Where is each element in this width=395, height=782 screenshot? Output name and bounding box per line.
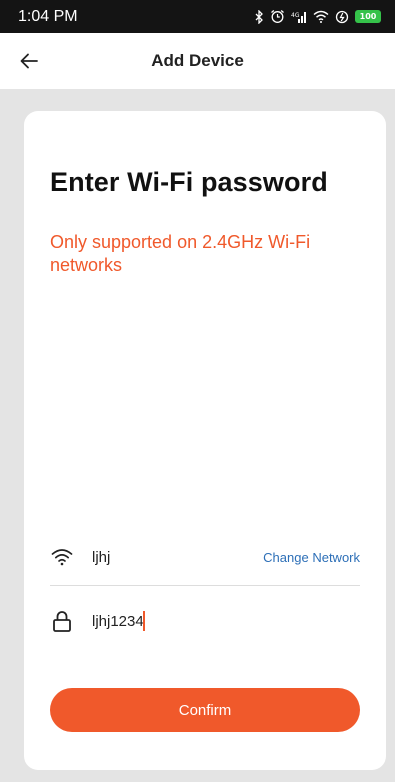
svg-text:4G: 4G [291,12,300,19]
change-network-link[interactable]: Change Network [263,550,360,565]
text-cursor [142,611,145,631]
battery-level: 100 [359,12,377,21]
wifi-password-card: Enter Wi-Fi password Only supported on 2… [24,111,386,770]
password-field[interactable]: ljhj1234 [92,611,145,631]
data-saver-icon [335,10,349,23]
password-row[interactable]: ljhj1234 [50,601,360,641]
status-time: 1:04 PM [18,7,78,25]
cellular-signal-icon: 4G [291,12,306,23]
wifi-icon [50,545,74,569]
password-value: ljhj1234 [92,612,144,630]
field-divider [50,585,360,586]
lock-icon [50,609,74,633]
confirm-button[interactable]: Confirm [50,688,360,732]
app-bar: Add Device [0,33,395,89]
page-title: Add Device [151,51,244,70]
status-bar: 1:04 PM 4G 100 [0,0,395,33]
network-name: ljhj [92,548,111,566]
card-heading: Enter Wi-Fi password [50,167,328,197]
alarm-icon [271,10,284,23]
network-row: ljhj Change Network [50,537,360,577]
status-icons: 4G 100 [255,9,381,24]
battery-icon: 100 [355,10,381,23]
wifi-band-notice: Only supported on 2.4GHz Wi-Fi networks [50,232,311,275]
bluetooth-icon [255,9,263,24]
wifi-signal-icon [313,10,329,23]
